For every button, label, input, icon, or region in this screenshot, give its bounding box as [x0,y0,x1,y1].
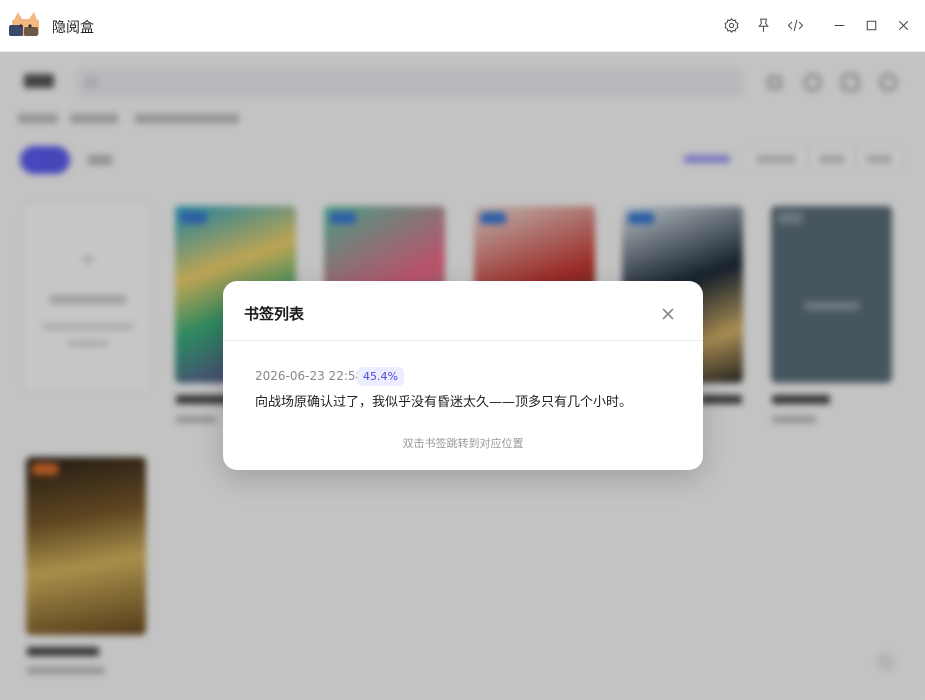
divider [223,340,703,341]
bookmark-time: 2026-06-23 22:58 [255,369,364,383]
bookmark-text: 向战场原确认过了，我似乎没有昏迷太久——顶多只有几个小时。 [255,395,633,410]
bookmark-item[interactable]: 2026-06-23 22:58 45.4% 向战场原确认过了，我似乎没有昏迷太… [255,367,675,411]
app-logo [8,10,43,43]
dialog-title: 书签列表 [244,305,305,323]
close-icon[interactable] [657,303,679,325]
devtools-icon[interactable] [784,14,806,36]
dialog-hint: 双击书签跳转到对应位置 [402,437,524,450]
close-icon[interactable] [892,14,914,36]
bookmark-dialog: 书签列表 2026-06-23 22:58 45.4% 向战场原确认过了，我似乎… [223,281,703,470]
settings-icon[interactable] [720,14,742,36]
minimize-icon[interactable] [828,14,850,36]
pin-icon[interactable] [752,14,774,36]
app-title: 隐阅盒 [52,20,94,36]
progress-badge: 45.4% [357,367,404,386]
title-bar: 隐阅盒 [0,0,925,52]
maximize-icon[interactable] [860,14,882,36]
